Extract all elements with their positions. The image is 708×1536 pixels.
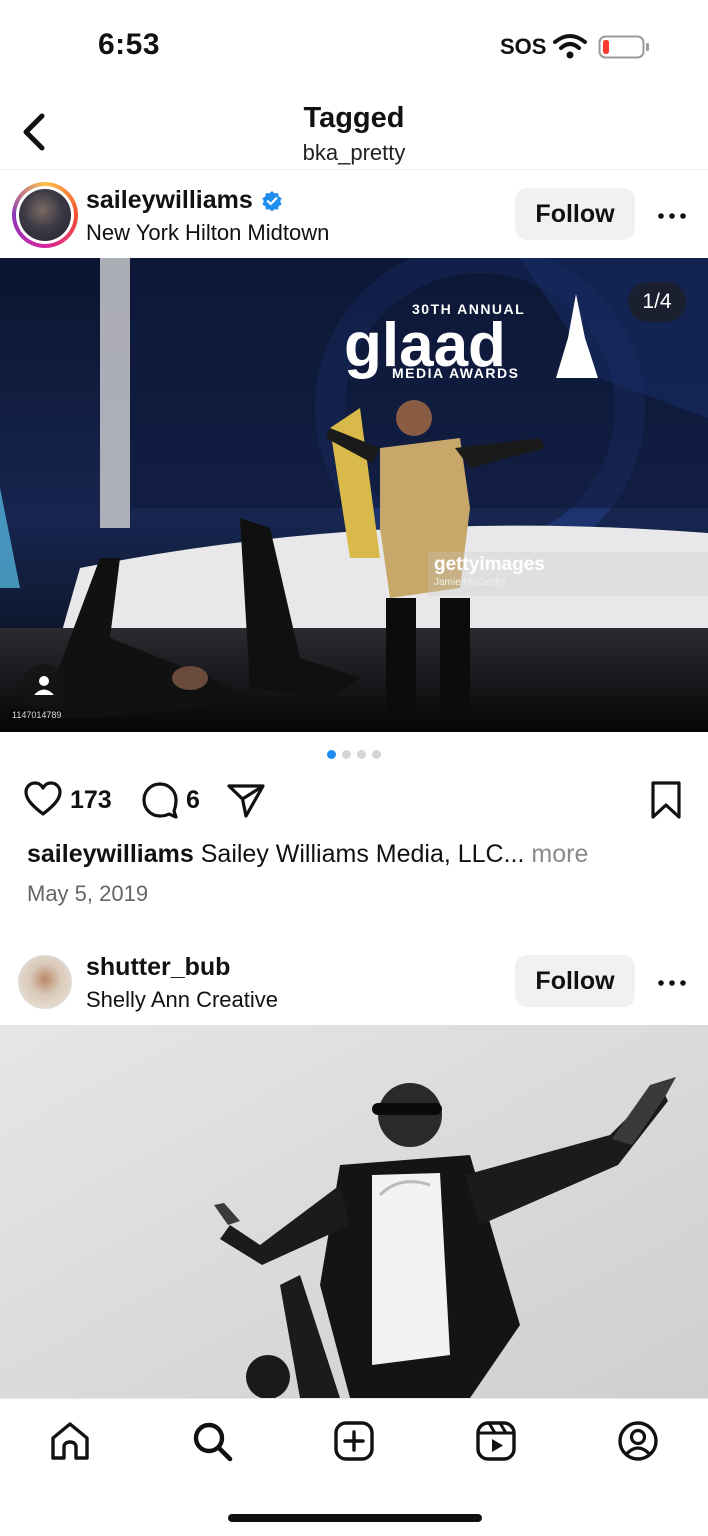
post-header: saileywilliams New York Hilton Midtown F… <box>0 172 708 258</box>
post-date: May 5, 2019 <box>27 881 149 906</box>
carousel-dot <box>342 750 351 759</box>
post-username-row[interactable]: shutter_bub <box>86 953 230 982</box>
status-time: 6:53 <box>98 28 161 61</box>
post-media-carousel[interactable]: 30TH ANNUAL glaad MEDIA AWARDS gettyimag… <box>0 258 708 732</box>
bookmark-icon[interactable] <box>648 780 684 820</box>
create-post-icon[interactable] <box>332 1419 376 1463</box>
page-subtitle: bka_pretty <box>302 140 406 165</box>
more-options-icon[interactable] <box>656 967 688 999</box>
banner-bottom-text: MEDIA AWARDS <box>392 365 519 381</box>
caption-more-link[interactable]: more <box>531 840 588 868</box>
comment-icon[interactable] <box>141 781 179 819</box>
carousel-dot <box>327 750 336 759</box>
follow-button[interactable]: Follow <box>515 188 635 240</box>
post-caption[interactable]: saileywilliams Sailey Williams Media, LL… <box>27 840 588 869</box>
comment-count[interactable]: 6 <box>186 786 200 815</box>
wifi-icon <box>553 34 587 59</box>
photo-watermark: gettyimages Jamie McCarthy <box>428 552 708 596</box>
nav-header: Tagged bka_pretty <box>0 96 708 170</box>
search-icon[interactable] <box>190 1419 234 1463</box>
carousel-dot <box>372 750 381 759</box>
post-username-row[interactable]: saileywilliams <box>86 186 283 215</box>
heart-icon[interactable] <box>24 781 62 817</box>
avatar[interactable] <box>18 955 72 1009</box>
follow-button[interactable]: Follow <box>515 955 635 1007</box>
post-photo <box>0 1025 708 1398</box>
post-location[interactable]: Shelly Ann Creative <box>86 987 278 1013</box>
more-options-icon[interactable] <box>656 200 688 232</box>
share-icon[interactable] <box>226 781 266 819</box>
status-bar: 6:53 SOS <box>0 0 708 96</box>
caption-username[interactable]: saileywilliams <box>27 840 194 868</box>
watermark-credit: Jamie McCarthy <box>434 577 507 588</box>
battery-icon <box>598 35 649 59</box>
post-username[interactable]: shutter_bub <box>86 953 230 982</box>
bottom-tab-bar <box>0 1398 708 1536</box>
profile-icon[interactable] <box>616 1419 660 1463</box>
reels-icon[interactable] <box>474 1419 518 1463</box>
home-icon[interactable] <box>48 1419 92 1463</box>
watermark-logo: gettyimages <box>434 554 545 575</box>
home-indicator <box>228 1514 482 1522</box>
media-counter-badge: 1/4 <box>628 282 686 322</box>
page-title: Tagged <box>303 102 405 134</box>
tagged-people-icon[interactable] <box>22 664 66 708</box>
avatar[interactable] <box>12 182 78 248</box>
post-header: shutter_bub Shelly Ann Creative Follow <box>0 939 708 1025</box>
status-carrier: SOS <box>500 34 547 59</box>
carousel-indicator <box>0 750 708 759</box>
carousel-dot <box>357 750 366 759</box>
post-username[interactable]: saileywilliams <box>86 186 253 215</box>
post-location[interactable]: New York Hilton Midtown <box>86 220 329 246</box>
post-actions: 173 6 <box>0 778 708 826</box>
post-photo: 30TH ANNUAL glaad MEDIA AWARDS <box>0 258 708 732</box>
verified-badge-icon <box>262 190 282 211</box>
like-count[interactable]: 173 <box>70 786 112 815</box>
caption-text: Sailey Williams Media, LLC... <box>200 840 525 868</box>
post-media[interactable] <box>0 1025 708 1398</box>
photo-id: 1147014789 <box>10 710 64 720</box>
